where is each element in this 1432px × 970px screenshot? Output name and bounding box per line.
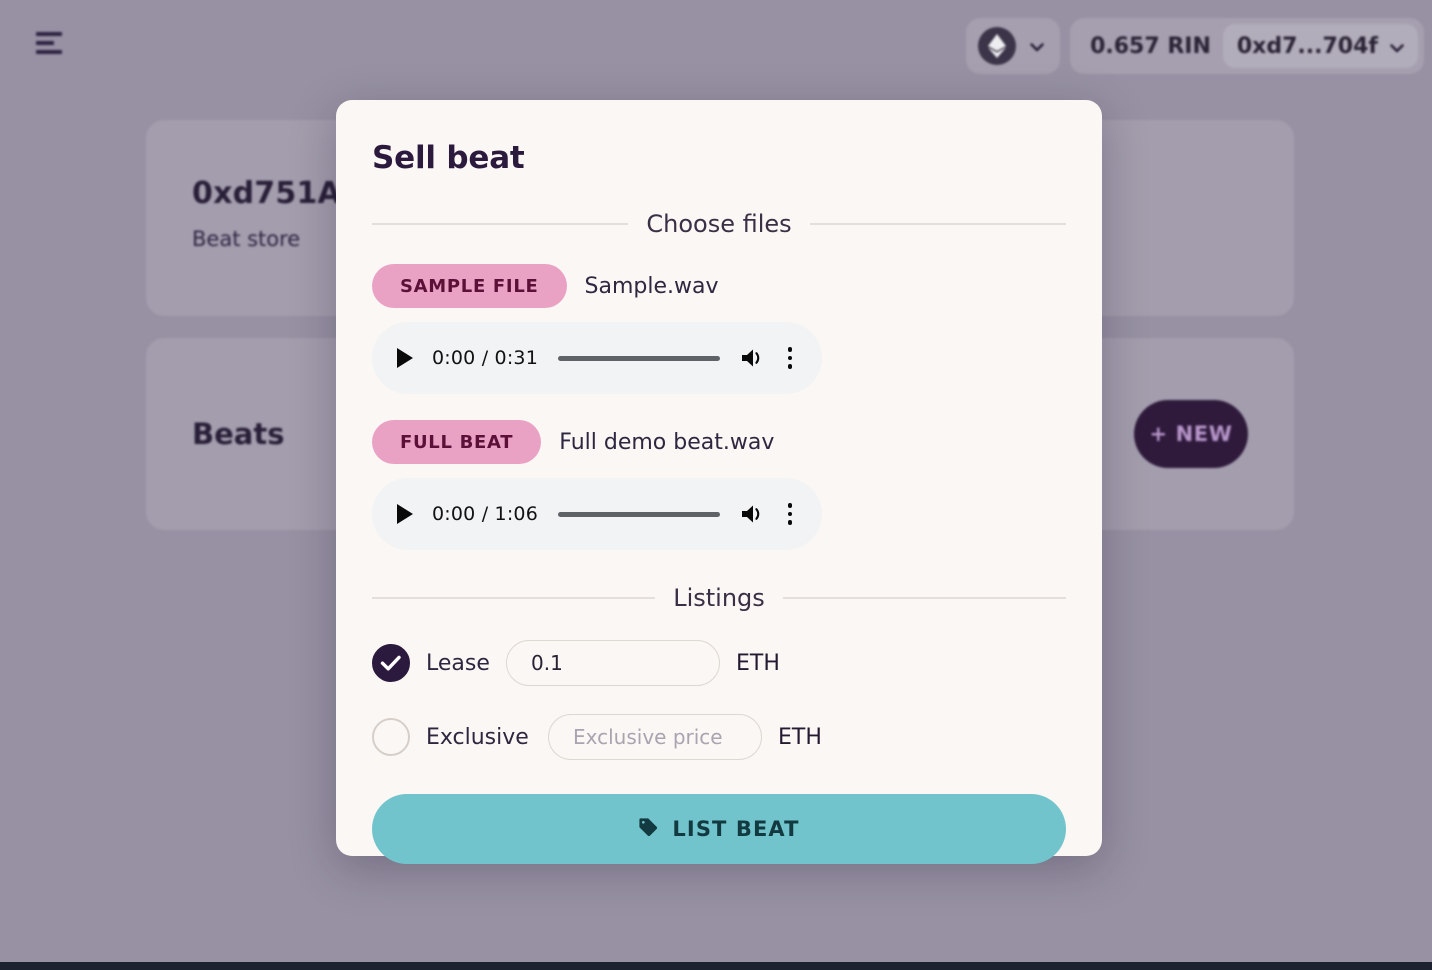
volume-high-icon[interactable]	[740, 347, 764, 369]
more-vertical-icon[interactable]	[780, 346, 800, 370]
play-icon[interactable]	[394, 503, 416, 525]
lease-checkbox[interactable]	[372, 644, 410, 682]
divider-rule	[809, 223, 1067, 225]
full-beat-time-display: 0:00 / 1:06	[432, 503, 539, 525]
full-beat-file-name: Full demo beat.wav	[559, 429, 775, 455]
listings-divider: Listings	[372, 584, 1067, 612]
bottom-edge-strip	[0, 962, 1432, 970]
sample-progress-slider[interactable]	[558, 355, 720, 361]
divider-rule	[372, 597, 656, 599]
sample-file-name: Sample.wav	[584, 273, 719, 299]
tag-icon	[638, 817, 658, 842]
divider-rule	[372, 223, 629, 225]
lease-currency-label: ETH	[736, 650, 780, 676]
full-beat-row: FULL BEAT Full demo beat.wav	[372, 420, 1066, 464]
exclusive-checkbox[interactable]	[372, 718, 410, 756]
sell-beat-modal: Sell beat Choose files SAMPLE FILE Sampl…	[336, 100, 1102, 864]
play-triangle	[397, 504, 413, 524]
lease-label: Lease	[426, 650, 490, 676]
choose-files-divider: Choose files	[372, 210, 1067, 238]
kebab-dot	[787, 347, 793, 352]
sample-audio-player[interactable]: 0:00 / 0:31	[372, 322, 822, 394]
list-beat-button[interactable]: LIST BEAT	[372, 794, 1066, 864]
sample-file-button[interactable]: SAMPLE FILE	[372, 264, 567, 308]
listings-label: Listings	[673, 584, 765, 612]
full-beat-audio-player[interactable]: 0:00 / 1:06	[372, 478, 822, 550]
kebab-dot	[787, 503, 793, 508]
more-vertical-icon[interactable]	[780, 502, 800, 526]
sample-time-display: 0:00 / 0:31	[432, 347, 539, 369]
exclusive-currency-label: ETH	[778, 724, 822, 750]
exclusive-price-input[interactable]	[548, 714, 762, 760]
list-beat-label: LIST BEAT	[672, 817, 800, 841]
kebab-dots	[780, 346, 800, 370]
sample-file-row: SAMPLE FILE Sample.wav	[372, 264, 1066, 308]
kebab-dot	[787, 511, 793, 517]
kebab-dots	[780, 502, 800, 526]
page-title: Sell beat	[372, 140, 525, 176]
choose-files-label: Choose files	[646, 210, 792, 238]
lease-price-input[interactable]	[506, 640, 720, 686]
full-beat-progress-slider[interactable]	[558, 511, 720, 517]
kebab-dot	[787, 355, 793, 361]
full-beat-button[interactable]: FULL BEAT	[372, 420, 542, 464]
exclusive-label: Exclusive	[426, 724, 529, 750]
divider-rule	[782, 597, 1067, 599]
exclusive-listing-row: Exclusive ETH	[372, 714, 1066, 760]
play-icon[interactable]	[394, 347, 416, 369]
kebab-dot	[787, 520, 793, 525]
play-triangle	[397, 348, 413, 368]
lease-listing-row: Lease ETH	[372, 640, 1066, 686]
kebab-dot	[787, 364, 793, 369]
volume-high-icon[interactable]	[740, 503, 764, 525]
